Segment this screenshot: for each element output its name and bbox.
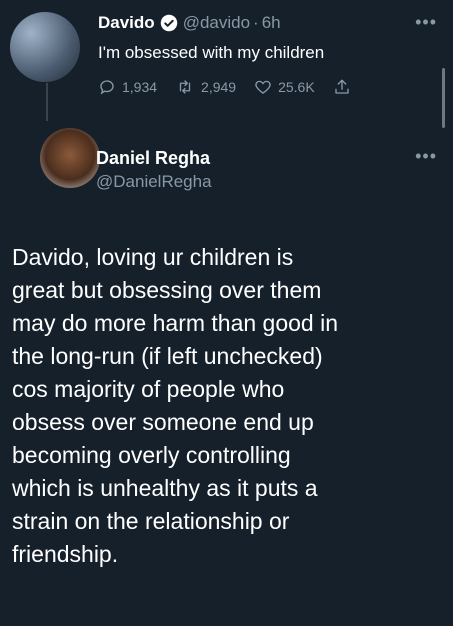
retweet-icon — [179, 80, 191, 94]
reply-count: 1,934 — [122, 79, 158, 95]
retweet-count: 2,949 — [201, 79, 237, 95]
tweet-line: obsess over someone end up — [12, 409, 314, 435]
daniel-regha-avatar[interactable] — [40, 128, 100, 188]
tweet2-author-name[interactable]: Daniel Regha — [96, 148, 210, 169]
heart-icon — [255, 80, 271, 94]
davido-avatar[interactable] — [10, 12, 80, 82]
scrollbar[interactable] — [442, 68, 445, 128]
share-button[interactable] — [333, 78, 357, 96]
more-options-icon[interactable]: ••• — [415, 12, 437, 33]
more-options-icon[interactable]: ••• — [415, 146, 437, 167]
verified-badge-icon — [160, 14, 177, 32]
separator-dot: · — [253, 13, 259, 32]
tweet1-actions: 1,934 2,949 25.6K — [98, 78, 375, 96]
reply-button[interactable]: 1,934 — [98, 78, 157, 96]
tweet1-author-name[interactable]: Davido — [98, 13, 155, 33]
tweet1-header: Davido @davido · 6h — [98, 13, 281, 33]
like-count: 25.6K — [278, 79, 315, 95]
tweet2-handle[interactable]: @DanielRegha — [96, 172, 212, 192]
tweet-line: cos majority of people who — [12, 376, 285, 402]
tweet-line: which is unhealthy as it puts a — [12, 475, 318, 501]
tweet-line: strain on the relationship or — [12, 508, 290, 534]
tweet1-handle[interactable]: @davido — [183, 13, 250, 33]
tweet-line: the long-run (if left unchecked) — [12, 343, 323, 369]
share-icon — [335, 79, 349, 94]
tweet-line: becoming overly controlling — [12, 442, 291, 468]
tweet-line: may do more harm than good in — [12, 310, 339, 336]
tweet1-text: I'm obsessed with my children — [98, 43, 325, 62]
tweet-line: Davido, loving ur children is — [12, 244, 294, 270]
tweet2-text: Davido, loving ur children is great but … — [12, 241, 432, 571]
tweet-line: friendship. — [12, 541, 119, 567]
reply-icon — [100, 80, 114, 95]
retweet-button[interactable]: 2,949 — [175, 78, 236, 96]
thread-line — [46, 83, 48, 121]
like-button[interactable]: 25.6K — [254, 78, 315, 96]
tweet1-timestamp[interactable]: 6h — [262, 13, 281, 33]
tweet-line: great but obsessing over them — [12, 277, 322, 303]
